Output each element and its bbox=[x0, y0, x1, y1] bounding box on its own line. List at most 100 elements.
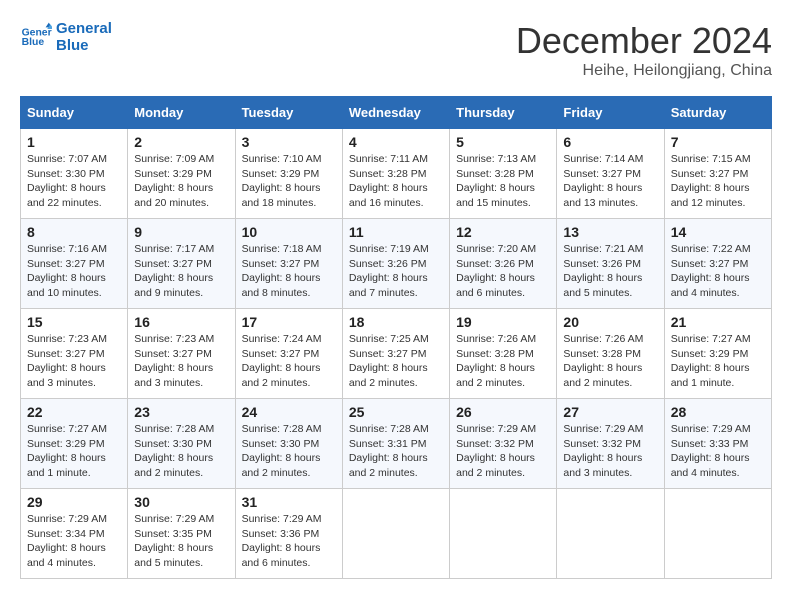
day-number: 1 bbox=[27, 134, 121, 150]
day-number: 22 bbox=[27, 404, 121, 420]
day-info: Sunrise: 7:14 AM Sunset: 3:27 PM Dayligh… bbox=[563, 152, 657, 211]
calendar-day-header: Saturday bbox=[664, 97, 771, 129]
calendar-week-row: 8 Sunrise: 7:16 AM Sunset: 3:27 PM Daylig… bbox=[21, 219, 772, 309]
calendar-cell bbox=[557, 489, 664, 579]
calendar-day-header: Monday bbox=[128, 97, 235, 129]
day-number: 27 bbox=[563, 404, 657, 420]
day-info: Sunrise: 7:09 AM Sunset: 3:29 PM Dayligh… bbox=[134, 152, 228, 211]
day-number: 3 bbox=[242, 134, 336, 150]
day-info: Sunrise: 7:29 AM Sunset: 3:33 PM Dayligh… bbox=[671, 422, 765, 481]
day-info: Sunrise: 7:07 AM Sunset: 3:30 PM Dayligh… bbox=[27, 152, 121, 211]
day-number: 25 bbox=[349, 404, 443, 420]
calendar-day-header: Tuesday bbox=[235, 97, 342, 129]
day-number: 24 bbox=[242, 404, 336, 420]
logo-text: GeneralBlue bbox=[56, 20, 112, 55]
calendar-cell: 15Sunrise: 7:23 AM Sunset: 3:27 PM Dayli… bbox=[21, 309, 128, 399]
calendar-day-header: Thursday bbox=[450, 97, 557, 129]
day-info: Sunrise: 7:22 AM Sunset: 3:27 PM Dayligh… bbox=[671, 242, 765, 301]
day-number: 8 bbox=[27, 224, 121, 240]
day-number: 16 bbox=[134, 314, 228, 330]
day-number: 12 bbox=[456, 224, 550, 240]
day-info: Sunrise: 7:23 AM Sunset: 3:27 PM Dayligh… bbox=[134, 332, 228, 391]
calendar-week-row: 1 Sunrise: 7:07 AM Sunset: 3:30 PM Daylig… bbox=[21, 129, 772, 219]
day-info: Sunrise: 7:26 AM Sunset: 3:28 PM Dayligh… bbox=[563, 332, 657, 391]
day-number: 28 bbox=[671, 404, 765, 420]
day-number: 15 bbox=[27, 314, 121, 330]
calendar-cell bbox=[342, 489, 449, 579]
calendar-cell: 29 Sunrise: 7:29 AM Sunset: 3:34 PM Dayli… bbox=[21, 489, 128, 579]
day-number: 2 bbox=[134, 134, 228, 150]
calendar-week-row: 15 Sunrise: 7:23 AM Sunset: 3:27 PM Dayli… bbox=[21, 309, 772, 399]
calendar-cell: 12 Sunrise: 7:20 AM Sunset: 3:26 PM Dayli… bbox=[450, 219, 557, 309]
day-info: Sunrise: 7:21 AM Sunset: 3:26 PM Dayligh… bbox=[563, 242, 657, 301]
calendar-cell: 22 Sunrise: 7:27 AM Sunset: 3:29 PM Dayli… bbox=[21, 399, 128, 489]
day-info: Sunrise: 7:10 AM Sunset: 3:29 PM Dayligh… bbox=[242, 152, 336, 211]
calendar-cell: 26Sunrise: 7:29 AM Sunset: 3:32 PM Dayli… bbox=[450, 399, 557, 489]
calendar-cell: 30Sunrise: 7:29 AM Sunset: 3:35 PM Dayli… bbox=[128, 489, 235, 579]
day-info: Sunrise: 7:26 AM Sunset: 3:28 PM Dayligh… bbox=[456, 332, 550, 391]
calendar-day-header: Friday bbox=[557, 97, 664, 129]
location: Heihe, Heilongjiang, China bbox=[516, 62, 772, 80]
day-info: Sunrise: 7:19 AM Sunset: 3:26 PM Dayligh… bbox=[349, 242, 443, 301]
calendar-cell: 17 Sunrise: 7:24 AM Sunset: 3:27 PM Dayli… bbox=[235, 309, 342, 399]
day-number: 29 bbox=[27, 494, 121, 510]
day-number: 19 bbox=[456, 314, 550, 330]
day-info: Sunrise: 7:11 AM Sunset: 3:28 PM Dayligh… bbox=[349, 152, 443, 211]
calendar-cell: 13 Sunrise: 7:21 AM Sunset: 3:26 PM Dayli… bbox=[557, 219, 664, 309]
day-number: 13 bbox=[563, 224, 657, 240]
calendar-cell: 24 Sunrise: 7:28 AM Sunset: 3:30 PM Dayli… bbox=[235, 399, 342, 489]
logo: General Blue GeneralBlue bbox=[20, 20, 112, 55]
calendar-cell: 31Sunrise: 7:29 AM Sunset: 3:36 PM Dayli… bbox=[235, 489, 342, 579]
calendar-cell bbox=[664, 489, 771, 579]
day-number: 11 bbox=[349, 224, 443, 240]
day-info: Sunrise: 7:29 AM Sunset: 3:32 PM Dayligh… bbox=[563, 422, 657, 481]
calendar-cell: 10Sunrise: 7:18 AM Sunset: 3:27 PM Dayli… bbox=[235, 219, 342, 309]
day-number: 7 bbox=[671, 134, 765, 150]
day-info: Sunrise: 7:17 AM Sunset: 3:27 PM Dayligh… bbox=[134, 242, 228, 301]
calendar-cell: 23 Sunrise: 7:28 AM Sunset: 3:30 PM Dayli… bbox=[128, 399, 235, 489]
day-info: Sunrise: 7:29 AM Sunset: 3:34 PM Dayligh… bbox=[27, 512, 121, 571]
day-info: Sunrise: 7:29 AM Sunset: 3:32 PM Dayligh… bbox=[456, 422, 550, 481]
calendar-day-header: Sunday bbox=[21, 97, 128, 129]
day-info: Sunrise: 7:29 AM Sunset: 3:35 PM Dayligh… bbox=[134, 512, 228, 571]
day-number: 4 bbox=[349, 134, 443, 150]
calendar-cell bbox=[450, 489, 557, 579]
day-info: Sunrise: 7:20 AM Sunset: 3:26 PM Dayligh… bbox=[456, 242, 550, 301]
svg-text:Blue: Blue bbox=[22, 37, 45, 48]
calendar-week-row: 22 Sunrise: 7:27 AM Sunset: 3:29 PM Dayli… bbox=[21, 399, 772, 489]
day-info: Sunrise: 7:25 AM Sunset: 3:27 PM Dayligh… bbox=[349, 332, 443, 391]
day-number: 17 bbox=[242, 314, 336, 330]
calendar-body: 1 Sunrise: 7:07 AM Sunset: 3:30 PM Daylig… bbox=[21, 129, 772, 579]
logo-icon: General Blue bbox=[20, 21, 52, 53]
day-info: Sunrise: 7:27 AM Sunset: 3:29 PM Dayligh… bbox=[27, 422, 121, 481]
calendar-week-row: 29 Sunrise: 7:29 AM Sunset: 3:34 PM Dayli… bbox=[21, 489, 772, 579]
calendar-cell: 27 Sunrise: 7:29 AM Sunset: 3:32 PM Dayli… bbox=[557, 399, 664, 489]
day-number: 10 bbox=[242, 224, 336, 240]
calendar-cell: 19 Sunrise: 7:26 AM Sunset: 3:28 PM Dayli… bbox=[450, 309, 557, 399]
day-number: 23 bbox=[134, 404, 228, 420]
calendar-cell: 16 Sunrise: 7:23 AM Sunset: 3:27 PM Dayli… bbox=[128, 309, 235, 399]
calendar-cell: 28 Sunrise: 7:29 AM Sunset: 3:33 PM Dayli… bbox=[664, 399, 771, 489]
calendar-cell: 7Sunrise: 7:15 AM Sunset: 3:27 PM Daylig… bbox=[664, 129, 771, 219]
day-info: Sunrise: 7:16 AM Sunset: 3:27 PM Dayligh… bbox=[27, 242, 121, 301]
day-info: Sunrise: 7:24 AM Sunset: 3:27 PM Dayligh… bbox=[242, 332, 336, 391]
calendar-cell: 21Sunrise: 7:27 AM Sunset: 3:29 PM Dayli… bbox=[664, 309, 771, 399]
calendar-day-header: Wednesday bbox=[342, 97, 449, 129]
day-number: 14 bbox=[671, 224, 765, 240]
calendar-cell: 11 Sunrise: 7:19 AM Sunset: 3:26 PM Dayli… bbox=[342, 219, 449, 309]
calendar-cell: 20Sunrise: 7:26 AM Sunset: 3:28 PM Dayli… bbox=[557, 309, 664, 399]
calendar-cell: 25 Sunrise: 7:28 AM Sunset: 3:31 PM Dayli… bbox=[342, 399, 449, 489]
day-info: Sunrise: 7:28 AM Sunset: 3:30 PM Dayligh… bbox=[134, 422, 228, 481]
calendar-cell: 18 Sunrise: 7:25 AM Sunset: 3:27 PM Dayli… bbox=[342, 309, 449, 399]
day-info: Sunrise: 7:28 AM Sunset: 3:30 PM Dayligh… bbox=[242, 422, 336, 481]
title-block: December 2024 Heihe, Heilongjiang, China bbox=[516, 20, 772, 80]
calendar-cell: 9Sunrise: 7:17 AM Sunset: 3:27 PM Daylig… bbox=[128, 219, 235, 309]
calendar-cell: 5Sunrise: 7:13 AM Sunset: 3:28 PM Daylig… bbox=[450, 129, 557, 219]
day-number: 18 bbox=[349, 314, 443, 330]
calendar-cell: 1 Sunrise: 7:07 AM Sunset: 3:30 PM Daylig… bbox=[21, 129, 128, 219]
calendar-cell: 6Sunrise: 7:14 AM Sunset: 3:27 PM Daylig… bbox=[557, 129, 664, 219]
calendar-cell: 4 Sunrise: 7:11 AM Sunset: 3:28 PM Daylig… bbox=[342, 129, 449, 219]
day-info: Sunrise: 7:13 AM Sunset: 3:28 PM Dayligh… bbox=[456, 152, 550, 211]
calendar-cell: 14 Sunrise: 7:22 AM Sunset: 3:27 PM Dayli… bbox=[664, 219, 771, 309]
day-info: Sunrise: 7:28 AM Sunset: 3:31 PM Dayligh… bbox=[349, 422, 443, 481]
